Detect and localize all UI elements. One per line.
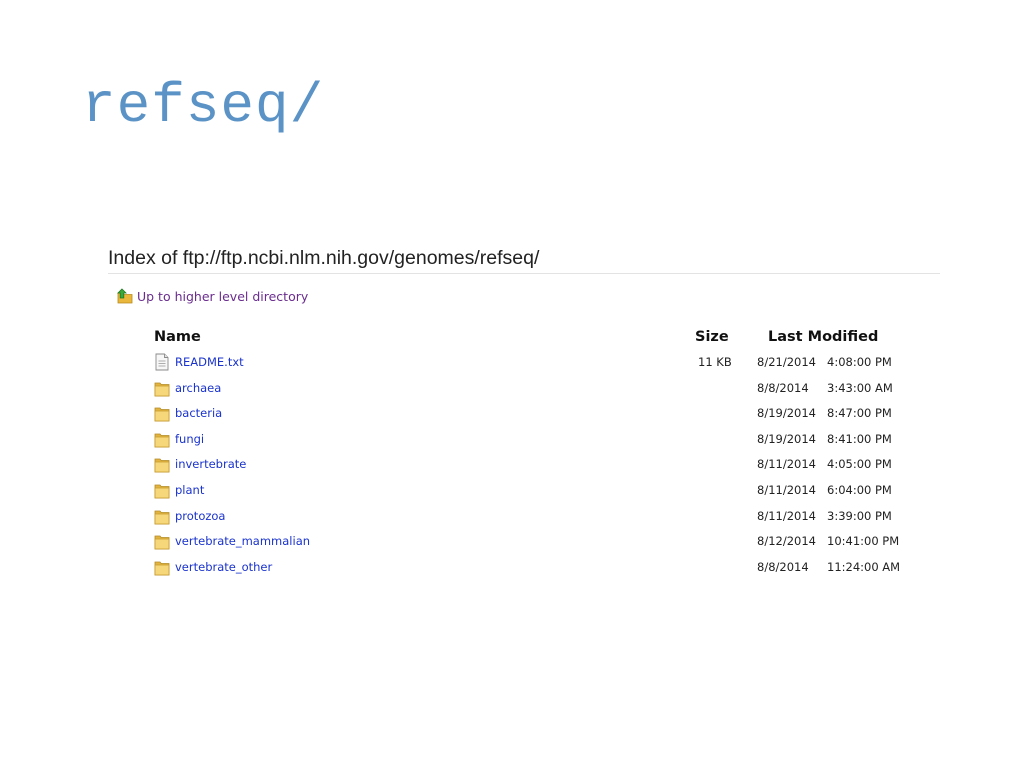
entry-name-link[interactable]: plant [175, 483, 204, 497]
entry-date: 8/11/2014 [757, 457, 816, 472]
folder-icon [154, 379, 170, 397]
entry-date: 8/21/2014 [757, 355, 816, 369]
column-header-size[interactable]: Size [695, 329, 729, 345]
entry-name-link[interactable]: fungi [175, 432, 204, 446]
folder-icon [154, 507, 170, 525]
entry-date: 8/19/2014 [757, 431, 816, 446]
folder-icon [154, 455, 170, 473]
entry-time: 6:04:00 PM [827, 482, 892, 497]
index-heading: Index of ftp://ftp.ncbi.nlm.nih.gov/geno… [108, 247, 940, 274]
file-row: protozoa 8/11/2014 3:39:00 PM [108, 505, 940, 531]
entry-time: 3:43:00 AM [827, 380, 893, 395]
entry-date: 8/8/2014 [757, 559, 809, 574]
file-row: invertebrate 8/11/2014 4:05:00 PM [108, 453, 940, 479]
entry-name-link[interactable]: README.txt [175, 355, 244, 369]
text-file-icon [154, 353, 170, 371]
entry-date: 8/19/2014 [757, 406, 816, 421]
entry-name-link[interactable]: vertebrate_mammalian [175, 534, 310, 548]
column-header-name[interactable]: Name [154, 329, 201, 345]
file-list: README.txt 11 KB 8/21/2014 4:08:00 PM archae… [108, 351, 940, 581]
folder-icon [154, 558, 170, 576]
entry-name-link[interactable]: protozoa [175, 509, 225, 523]
up-directory-label: Up to higher level directory [137, 288, 309, 304]
entry-time: 10:41:00 PM [827, 534, 900, 549]
up-folder-icon [117, 288, 133, 304]
file-row: archaea 8/8/2014 3:43:00 AM [108, 377, 940, 403]
file-row: plant 8/11/2014 6:04:00 PM [108, 479, 940, 505]
folder-icon [154, 532, 170, 550]
entry-time: 8:41:00 PM [827, 431, 892, 446]
file-row: bacteria 8/19/2014 8:47:00 PM [108, 402, 940, 428]
entry-date: 8/12/2014 [757, 534, 816, 549]
entry-date: 8/11/2014 [757, 482, 816, 497]
folder-icon [154, 404, 170, 422]
entry-name-link[interactable]: invertebrate [175, 457, 246, 471]
column-header-modified[interactable]: Last Modified [768, 329, 878, 345]
entry-name-link[interactable]: vertebrate_other [175, 560, 272, 574]
up-directory-link[interactable]: Up to higher level directory [117, 288, 308, 304]
entry-time: 4:05:00 PM [827, 457, 892, 472]
folder-icon [154, 430, 170, 448]
entry-size: 11 KB [698, 355, 732, 369]
file-row: README.txt 11 KB 8/21/2014 4:08:00 PM [108, 351, 940, 377]
ftp-listing: Index of ftp://ftp.ncbi.nlm.nih.gov/geno… [108, 247, 940, 576]
entry-time: 4:08:00 PM [827, 355, 892, 369]
entry-name-link[interactable]: archaea [175, 381, 221, 395]
entry-time: 3:39:00 PM [827, 508, 892, 523]
file-row: vertebrate_other 8/8/2014 11:24:00 AM [108, 556, 940, 582]
entry-time: 11:24:00 AM [827, 559, 901, 574]
entry-time: 8:47:00 PM [827, 406, 892, 421]
folder-icon [154, 481, 170, 499]
column-headers: Name Size Last Modified [108, 329, 940, 349]
file-row: vertebrate_mammalian 8/12/2014 10:41:00 PM [108, 530, 940, 556]
entry-name-link[interactable]: bacteria [175, 406, 222, 420]
slide-title: refseq/ [82, 74, 325, 138]
entry-date: 8/11/2014 [757, 508, 816, 523]
entry-date: 8/8/2014 [757, 380, 809, 395]
file-row: fungi 8/19/2014 8:41:00 PM [108, 428, 940, 454]
